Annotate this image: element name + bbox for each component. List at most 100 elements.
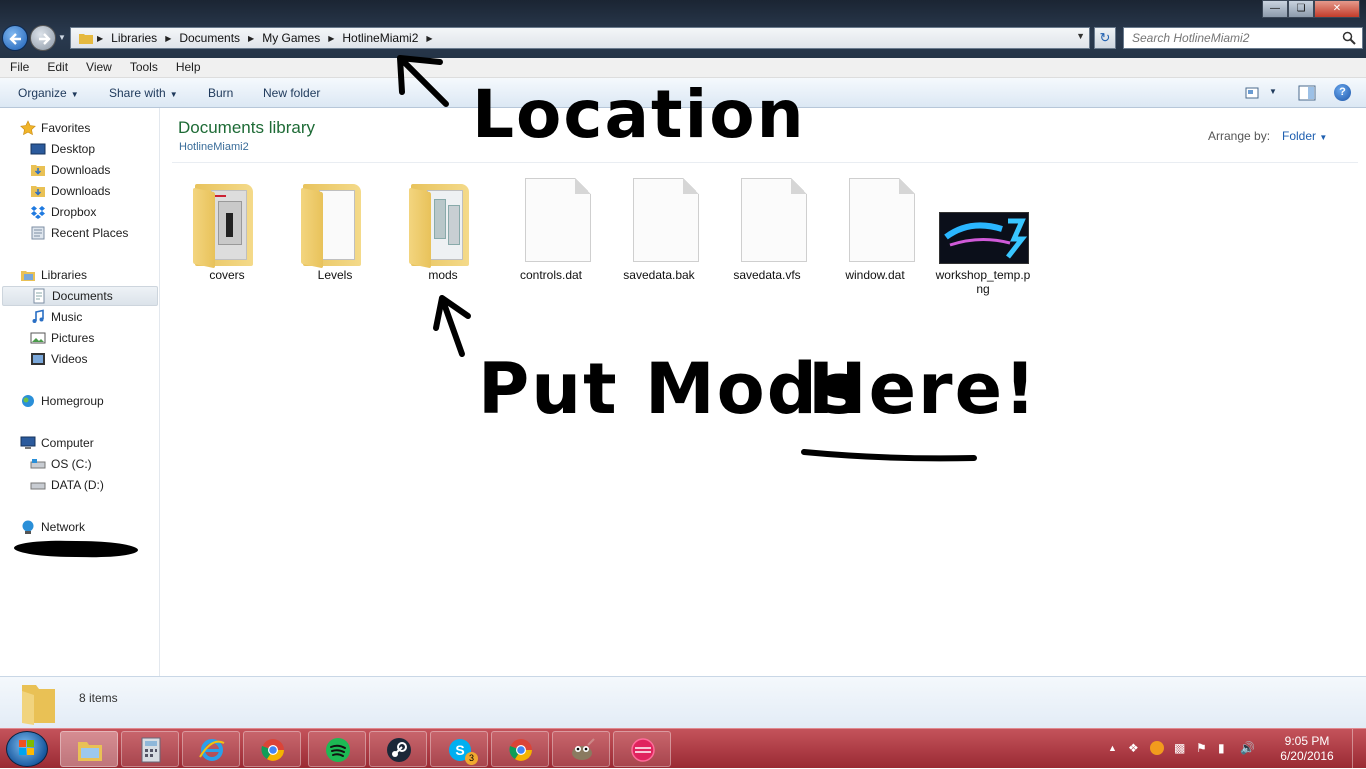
chevron-down-icon: ▼ <box>169 90 178 99</box>
nav-documents[interactable]: Documents <box>2 286 158 306</box>
nav-libraries[interactable]: Libraries <box>20 265 87 285</box>
file-workshop-temp-png[interactable]: workshop_temp.png <box>935 176 1031 296</box>
back-button[interactable] <box>2 25 28 51</box>
hard-drive-icon <box>30 477 46 493</box>
update-tray-icon[interactable] <box>1150 741 1164 755</box>
new-folder-button[interactable]: New folder <box>263 86 320 100</box>
breadcrumb-separator-icon[interactable]: ▶ <box>93 34 107 43</box>
close-button[interactable]: ✕ <box>1314 0 1360 18</box>
maximize-button[interactable]: ❏ <box>1288 0 1314 18</box>
clock-time: 9:05 PM <box>1284 734 1330 748</box>
folder-covers[interactable]: covers <box>179 176 275 282</box>
breadcrumb-documents[interactable]: Documents <box>175 31 244 45</box>
dropbox-tray-icon[interactable]: ❖ <box>1128 741 1139 755</box>
folder-icon <box>22 685 55 725</box>
breadcrumb-hotlinemiami2[interactable]: HotlineMiami2 <box>338 31 422 45</box>
nav-music[interactable]: Music <box>30 307 82 327</box>
menu-tools[interactable]: Tools <box>120 58 166 77</box>
library-subtitle-link[interactable]: HotlineMiami2 <box>179 141 249 153</box>
taskbar-internet-explorer[interactable] <box>182 731 240 767</box>
nav-favorites[interactable]: Favorites <box>20 118 90 138</box>
clock-date: 6/20/2016 <box>1280 749 1334 763</box>
help-icon[interactable]: ? <box>1334 84 1351 101</box>
address-history-dropdown-icon[interactable]: ▼ <box>1076 31 1085 41</box>
network-icon <box>20 519 36 535</box>
burn-button[interactable]: Burn <box>208 86 233 100</box>
calculator-icon <box>141 737 161 763</box>
breadcrumb-libraries[interactable]: Libraries <box>107 31 161 45</box>
taskbar-explorer[interactable] <box>60 731 118 767</box>
preview-pane-icon[interactable] <box>1298 85 1316 101</box>
nav-recent-places[interactable]: Recent Places <box>30 223 128 243</box>
breadcrumb-separator-icon[interactable]: ▶ <box>324 34 338 43</box>
clock[interactable]: 9:05 PM 6/20/2016 <box>1272 734 1342 764</box>
nav-downloads-label: Downloads <box>51 163 111 177</box>
nav-os-drive[interactable]: OS (C:) <box>30 454 92 474</box>
search-box[interactable] <box>1123 27 1363 49</box>
taskbar-chrome-2[interactable] <box>491 731 549 767</box>
nav-network[interactable]: Network <box>20 517 85 537</box>
taskbar-gimp[interactable] <box>552 731 610 767</box>
taskbar-spotify[interactable] <box>308 731 366 767</box>
file-savedata-vfs[interactable]: savedata.vfs <box>719 176 815 282</box>
file-name: covers <box>209 268 245 282</box>
nav-videos-label: Videos <box>51 352 88 366</box>
organize-button[interactable]: Organize ▼ <box>18 86 79 100</box>
homegroup-icon <box>20 393 36 409</box>
folder-levels[interactable]: Levels <box>287 176 383 282</box>
forward-arrow-icon <box>39 33 51 45</box>
breadcrumb-my-games[interactable]: My Games <box>258 31 324 45</box>
folder-mods[interactable]: mods <box>395 176 491 282</box>
nav-desktop[interactable]: Desktop <box>30 139 95 159</box>
taskbar-chrome[interactable] <box>243 731 301 767</box>
menu-view[interactable]: View <box>76 58 120 77</box>
show-hidden-icons-icon[interactable]: ▲ <box>1108 743 1117 753</box>
menu-help[interactable]: Help <box>166 58 209 77</box>
battery-icon[interactable]: ▮ <box>1218 741 1225 755</box>
breadcrumb-separator-icon[interactable]: ▶ <box>161 34 175 43</box>
view-options-dropdown-icon[interactable]: ▼ <box>1269 87 1277 96</box>
volume-icon[interactable]: 🔊 <box>1240 741 1255 755</box>
change-view-icon[interactable] <box>1245 86 1261 100</box>
breadcrumb-separator-icon[interactable]: ▶ <box>244 34 258 43</box>
taskbar-skype[interactable]: S 3 <box>430 731 488 767</box>
file-window-dat[interactable]: window.dat <box>827 176 923 282</box>
chrome-icon <box>509 739 532 761</box>
show-desktop-button[interactable] <box>1352 729 1366 769</box>
menu-file[interactable]: File <box>0 58 37 77</box>
search-input[interactable] <box>1130 29 1340 47</box>
taskbar-steam[interactable] <box>369 731 427 767</box>
nav-downloads[interactable]: Downloads <box>30 160 110 180</box>
search-icon[interactable] <box>1342 31 1356 45</box>
explorer-folder-icon <box>78 742 102 761</box>
forward-button[interactable] <box>30 25 56 51</box>
nav-downloads-2[interactable]: Downloads <box>30 181 110 201</box>
refresh-button[interactable]: ↻ <box>1094 27 1116 49</box>
taskbar-app[interactable] <box>613 731 671 767</box>
taskbar-calculator[interactable] <box>121 731 179 767</box>
breadcrumb-separator-icon[interactable]: ▶ <box>422 34 436 43</box>
start-button[interactable] <box>6 731 48 767</box>
file-savedata-bak[interactable]: savedata.bak <box>611 176 707 282</box>
action-center-flag-icon[interactable]: ⚑ <box>1196 741 1207 755</box>
minimize-button[interactable]: — <box>1262 0 1288 18</box>
nav-homegroup[interactable]: Homegroup <box>20 391 104 411</box>
title-bar: — ❏ ✕ ▼ ▶ Libraries ▶ Documents ▶ My Gam… <box>0 0 1366 58</box>
nav-pictures[interactable]: Pictures <box>30 328 94 348</box>
nav-dropbox[interactable]: Dropbox <box>30 202 96 222</box>
file-icon <box>619 176 699 266</box>
nav-videos[interactable]: Videos <box>30 349 87 369</box>
share-with-button[interactable]: Share with ▼ <box>109 86 178 100</box>
nav-computer[interactable]: Computer <box>20 433 94 453</box>
back-arrow-icon <box>9 33 21 45</box>
file-controls-dat[interactable]: controls.dat <box>503 176 599 282</box>
system-tray: ▲ ❖ ▩ ⚑ ▮ 🔊 <box>1100 729 1290 769</box>
arrange-by-dropdown[interactable]: Folder ▼ <box>1282 129 1327 143</box>
menu-bar: File Edit View Tools Help <box>0 58 1366 78</box>
signal-strength-icon[interactable]: ▩ <box>1174 741 1185 755</box>
recent-pages-dropdown-icon[interactable]: ▼ <box>58 33 66 42</box>
address-bar[interactable]: ▶ Libraries ▶ Documents ▶ My Games ▶ Hot… <box>70 27 1090 49</box>
nav-data-drive[interactable]: DATA (D:) <box>30 475 104 495</box>
arrange-by-value: Folder <box>1282 129 1317 143</box>
menu-edit[interactable]: Edit <box>37 58 76 77</box>
